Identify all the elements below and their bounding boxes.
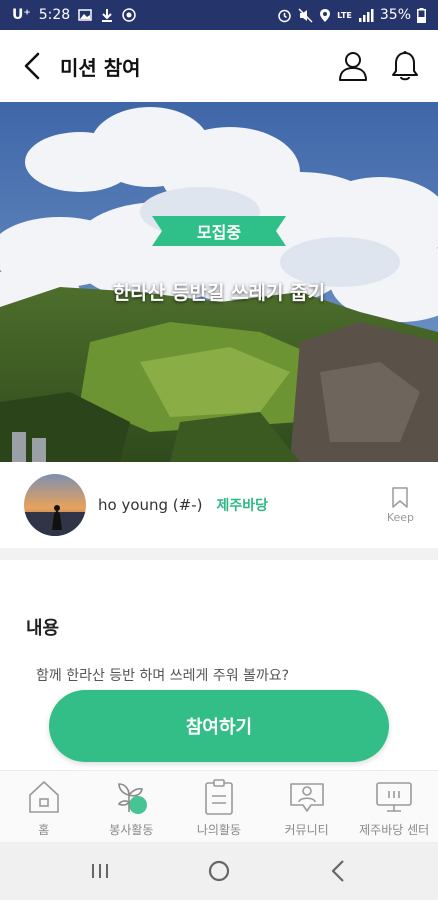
- status-left: U⁺ 5:28: [12, 7, 136, 23]
- recents-button[interactable]: [75, 851, 125, 891]
- recruiting-badge-label: 모집중: [196, 223, 242, 242]
- nav-label-community: 커뮤니티: [284, 823, 329, 837]
- profile-button[interactable]: [336, 49, 370, 83]
- nav-label-center: 제주바당 센터: [359, 823, 430, 837]
- bell-icon: [392, 51, 418, 81]
- author-name: ho young (#-): [98, 496, 203, 514]
- nav-item-community[interactable]: 커뮤니티: [263, 771, 351, 842]
- keep-label: Keep: [386, 510, 414, 524]
- user-icon: [339, 52, 367, 81]
- mute-icon: [298, 7, 313, 23]
- back-system-button[interactable]: [313, 851, 363, 891]
- battery-icon: [417, 7, 426, 23]
- avatar[interactable]: [24, 474, 86, 536]
- header-actions: [336, 49, 422, 83]
- content-heading: 내용: [26, 618, 60, 639]
- nav-label-home: 홈: [38, 823, 50, 837]
- home-system-button[interactable]: [194, 851, 244, 891]
- system-nav-bar: [0, 842, 438, 900]
- bottom-nav: 홈 봉사활동 나의활동 커뮤니티 제주바당 센터: [0, 770, 438, 842]
- recruiting-badge: 모집중: [152, 212, 286, 250]
- nav-item-my-activity[interactable]: 나의활동: [175, 771, 263, 842]
- download-icon: [100, 8, 114, 22]
- section-divider: [0, 548, 438, 560]
- join-button[interactable]: 참여하기: [49, 690, 389, 762]
- nav-item-volunteer[interactable]: 봉사활동: [88, 771, 176, 842]
- alarm-icon: [277, 8, 292, 23]
- recents-icon: [91, 864, 108, 878]
- content-text: 함께 한라산 등반 하며 쓰레게 주워 볼까요?: [36, 668, 290, 684]
- signal-icon: [358, 8, 374, 22]
- nav-label-my-activity: 나의활동: [196, 823, 242, 837]
- location-icon: [319, 8, 331, 23]
- avatar-image: [24, 474, 86, 536]
- mission-title: 한라산 등반길 쓰레기 줍기: [112, 282, 326, 304]
- carrier-label: U⁺: [12, 7, 31, 23]
- keep-button[interactable]: Keep: [386, 486, 414, 524]
- sprout-icon: [110, 777, 152, 817]
- nav-label-volunteer: 봉사활동: [109, 823, 154, 837]
- status-bar: U⁺ 5:28 LTE 35%: [0, 0, 438, 30]
- author-organization[interactable]: 제주바당: [217, 495, 269, 515]
- bookmark-icon: [392, 486, 409, 508]
- gallery-icon: [78, 9, 92, 21]
- status-right: LTE 35%: [277, 7, 426, 23]
- battery-percent: 35%: [379, 7, 411, 23]
- page-title: 미션 참여: [60, 55, 141, 80]
- status-time: 5:28: [38, 7, 71, 23]
- sync-icon: [122, 8, 136, 22]
- app-header: 미션 참여: [0, 30, 438, 102]
- clipboard-icon: [198, 777, 240, 817]
- author-row: ho young (#-) 제주바당 Keep: [0, 462, 438, 548]
- community-icon: [286, 777, 328, 817]
- hero-image: 모집중 한라산 등반길 쓰레기 줍기: [0, 102, 438, 462]
- home-circle-icon: [208, 860, 230, 882]
- center-icon: [373, 777, 415, 817]
- nav-item-home[interactable]: 홈: [0, 771, 88, 842]
- notification-button[interactable]: [388, 49, 422, 83]
- home-icon: [23, 777, 65, 817]
- back-arrow-icon: [24, 52, 40, 80]
- back-chevron-icon: [332, 860, 345, 882]
- back-button[interactable]: [16, 46, 48, 86]
- nav-item-center[interactable]: 제주바당 센터: [350, 771, 438, 842]
- lte-label: LTE: [337, 10, 352, 20]
